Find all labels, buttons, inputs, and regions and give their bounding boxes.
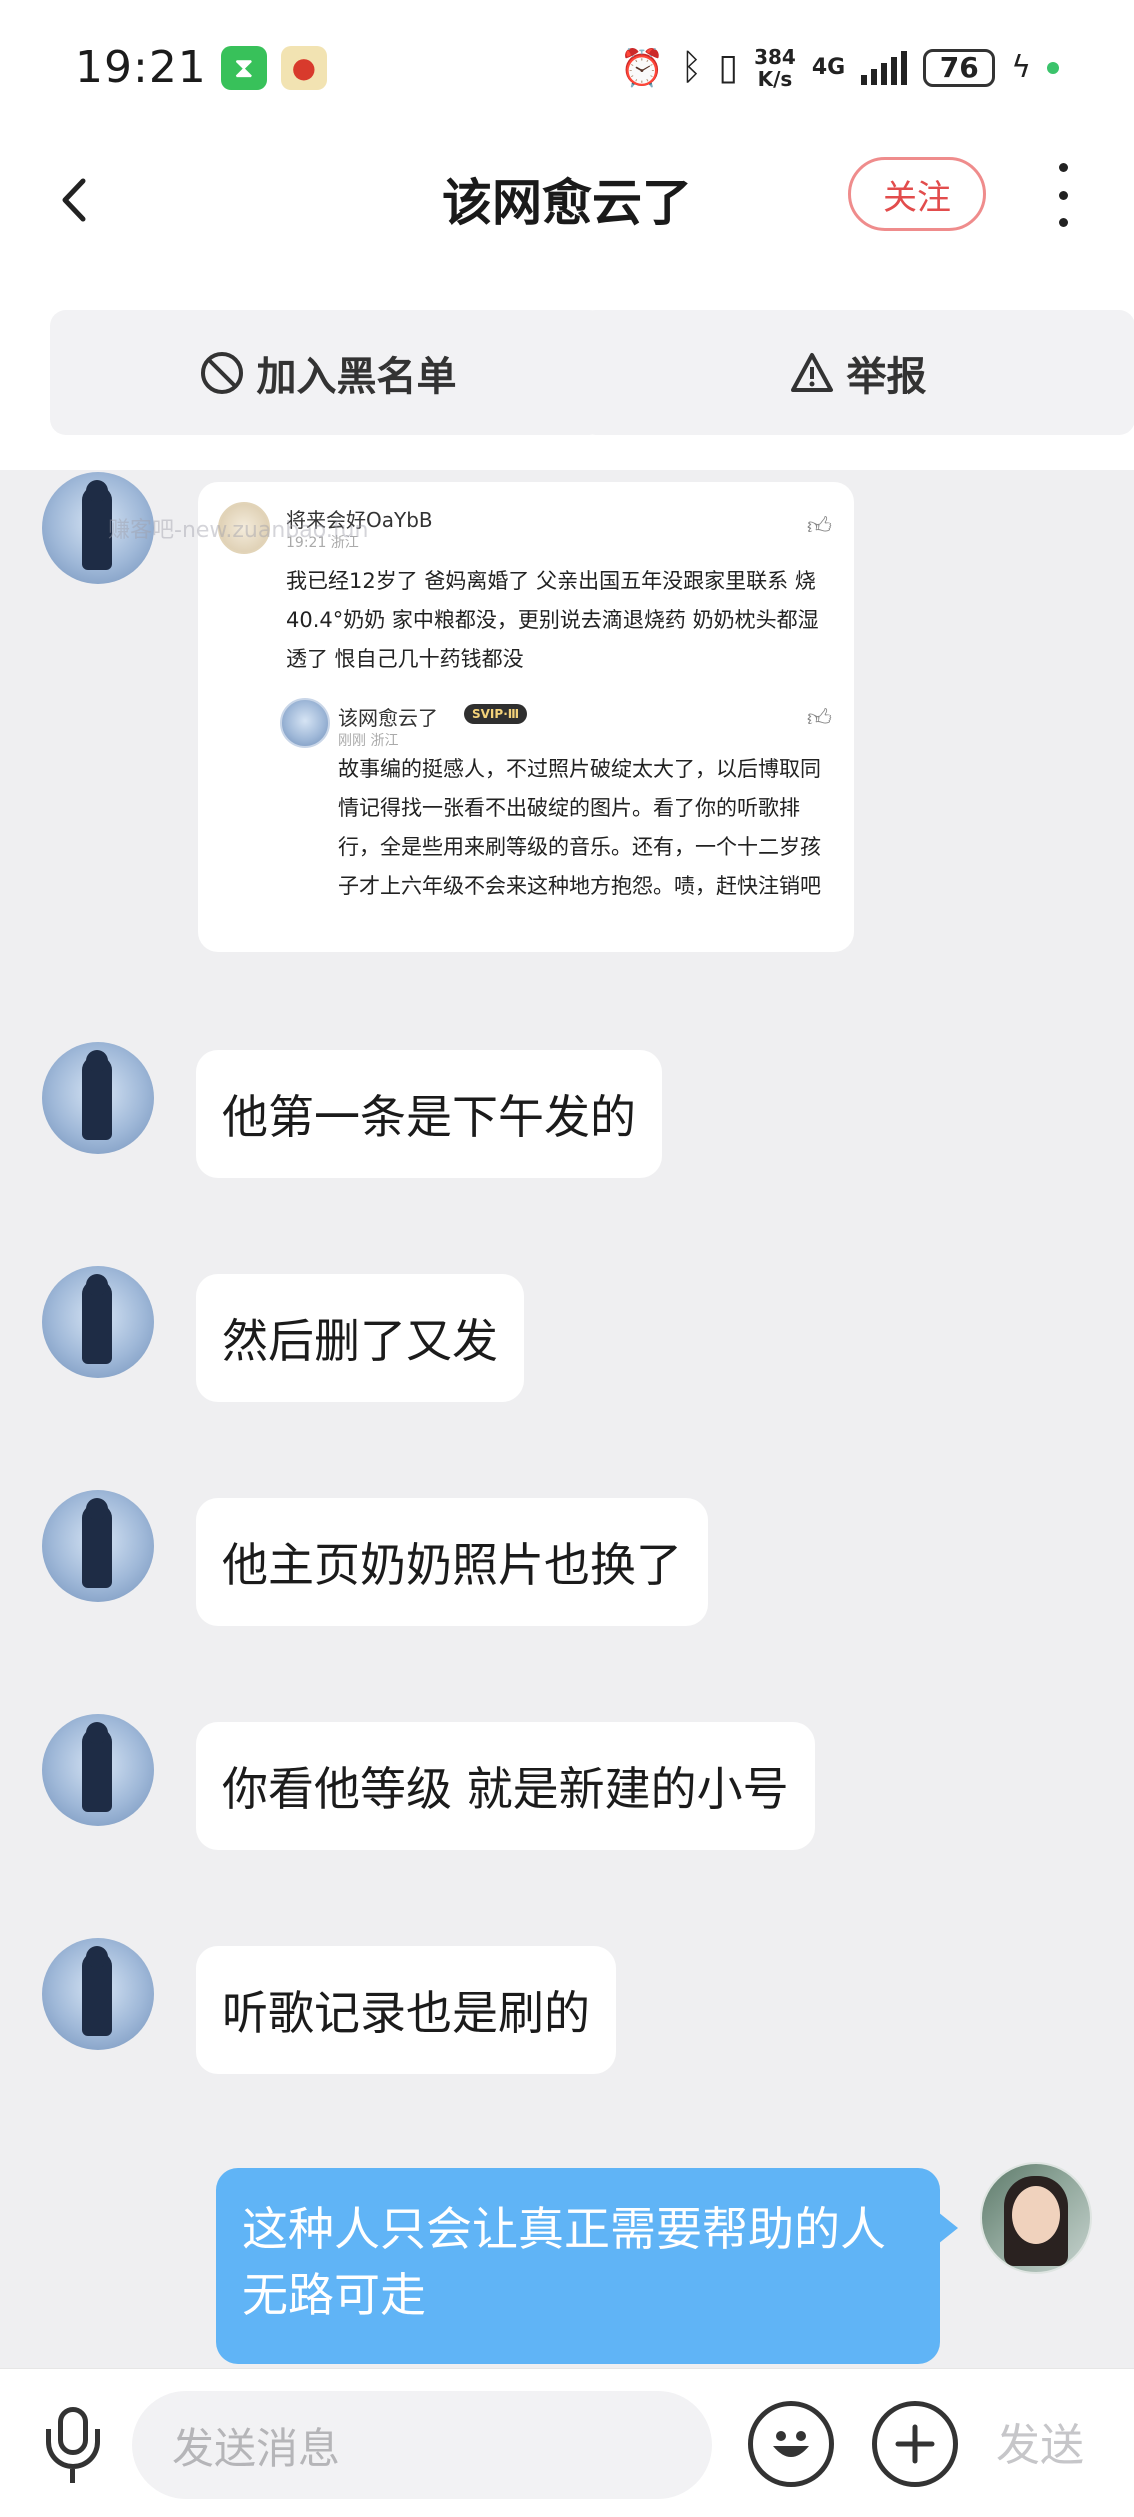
my-message-bubble[interactable]: 这种人只会让真正需要帮助的人无路可走	[216, 2168, 958, 2364]
replier-meta: 刚刚 浙江	[338, 733, 399, 749]
message-bubble[interactable]: 听歌记录也是刷的	[196, 1946, 616, 2074]
hourglass-icon: ⧗	[220, 45, 267, 90]
action-row: 加入黑名单 举报	[0, 310, 1134, 435]
status-time: 19:21	[75, 42, 207, 93]
input-bar: 发送消息 发送	[0, 2368, 1134, 2517]
nav-bar: 该网愈云了 关注	[0, 135, 1134, 255]
contact-avatar[interactable]	[42, 1042, 154, 1154]
replier-name: 该网愈云了	[338, 706, 438, 730]
message-bubble[interactable]: 他主页奶奶照片也换了	[196, 1498, 708, 1626]
warning-icon	[790, 352, 833, 392]
blacklist-button[interactable]: 加入黑名单	[50, 310, 605, 435]
send-button[interactable]: 发送	[996, 2409, 1084, 2473]
emoji-icon[interactable]	[748, 2401, 834, 2487]
shared-comment-card[interactable]: 将来会好OaYbB 19:21 浙江 👍︎ 我已经12岁了 爸妈离婚了 父亲出国…	[198, 482, 854, 952]
add-icon[interactable]	[872, 2401, 958, 2487]
charging-icon: ϟ	[1011, 50, 1031, 85]
status-bar: 19:21 ⧗ ● ⏰ ᛒ ▯ 384 K/s 4G 76 ϟ	[0, 0, 1134, 135]
comment-text: 我已经12岁了 爸妈离婚了 父亲出国五年没跟家里联系 烧40.4°奶奶 家中粮都…	[286, 569, 819, 671]
watermark: 赚客吧-new.zuanbao.fun	[108, 518, 369, 543]
alarm-icon: ⏰	[619, 47, 665, 89]
svip-badge: SVIP·Ⅲ	[464, 704, 528, 724]
blacklist-label: 加入黑名单	[256, 353, 457, 400]
indicator-dot	[1047, 61, 1059, 74]
vibrate-icon: ▯	[718, 47, 739, 88]
my-avatar[interactable]	[980, 2162, 1092, 2274]
battery-level: 76	[939, 51, 979, 84]
status-icons: ⏰ ᛒ ▯ 384 K/s 4G 76 ϟ	[620, 46, 1059, 90]
microphone-icon[interactable]	[40, 2407, 106, 2487]
network-type: 4G	[811, 54, 846, 80]
thumbs-up-icon: 👍︎	[806, 704, 832, 732]
net-speed: 384 K/s	[754, 44, 796, 91]
report-label: 举报	[846, 353, 927, 400]
message-bubble[interactable]: 然后删了又发	[196, 1274, 524, 1402]
bluetooth-icon: ᛒ	[680, 47, 703, 88]
message-bubble[interactable]: 你看他等级 就是新建的小号	[196, 1722, 815, 1850]
tomato-icon: ●	[280, 45, 327, 90]
contact-avatar[interactable]	[42, 1714, 154, 1826]
block-icon	[200, 351, 243, 394]
replier-avatar	[280, 698, 330, 748]
thumbs-up-icon: 👍︎	[806, 512, 832, 540]
contact-avatar[interactable]	[42, 1266, 154, 1378]
message-bubble[interactable]: 他第一条是下午发的	[196, 1050, 662, 1178]
battery-icon: 76	[923, 48, 996, 87]
message-input[interactable]: 发送消息	[132, 2391, 712, 2499]
contact-avatar[interactable]	[42, 1490, 154, 1602]
signal-icon	[861, 50, 908, 85]
reply-text: 故事编的挺感人，不过照片破绽太大了，以后博取同情记得找一张看不出破绽的图片。看了…	[338, 757, 821, 898]
contact-avatar[interactable]	[42, 1938, 154, 2050]
follow-button[interactable]: 关注	[848, 157, 986, 231]
report-button[interactable]: 举报	[580, 310, 1134, 435]
more-options-icon[interactable]	[1048, 157, 1078, 233]
chat-area[interactable]: 将来会好OaYbB 19:21 浙江 👍︎ 我已经12岁了 爸妈离婚了 父亲出国…	[0, 470, 1134, 2368]
